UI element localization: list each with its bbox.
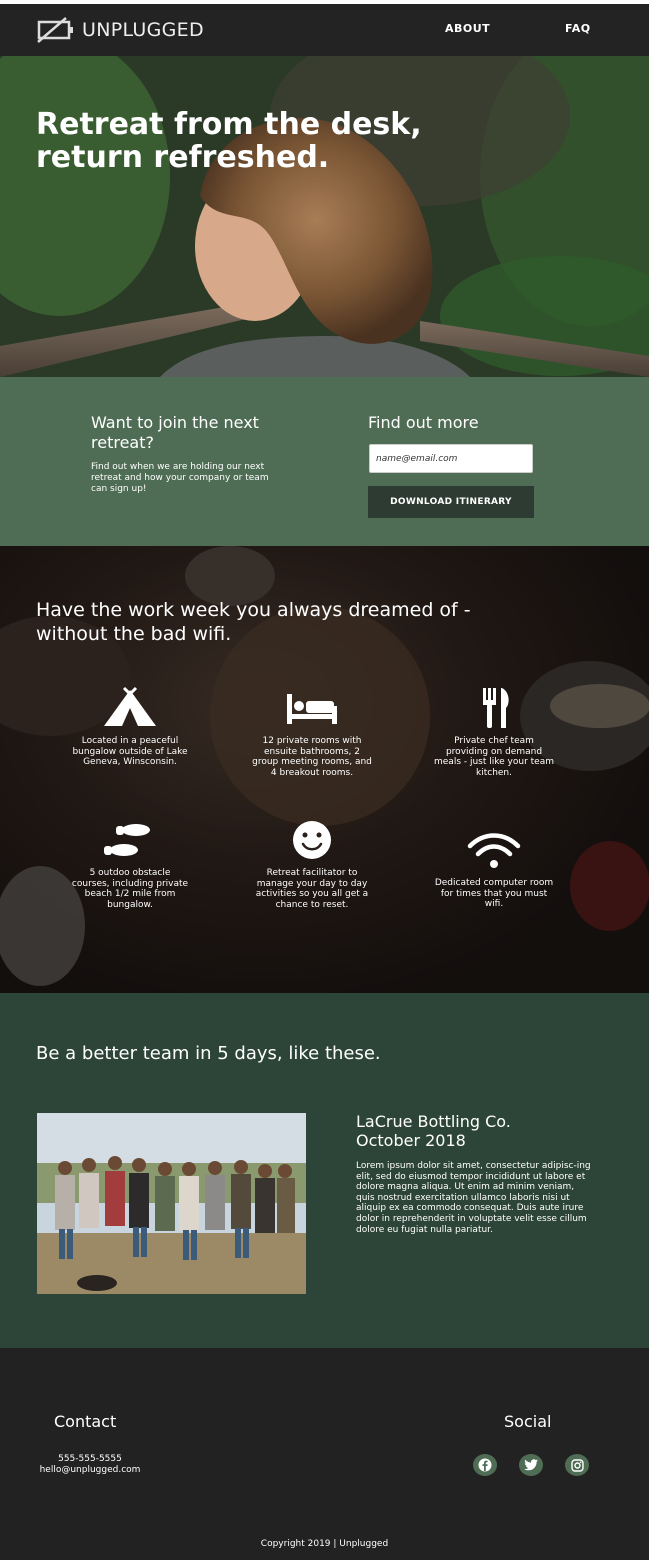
- feature-item: 5 outdoo obstacle courses, including pri…: [70, 818, 190, 910]
- case-study-text: Lorem ipsum dolor sit amet, consectetur …: [356, 1161, 591, 1235]
- feature-text: 12 private rooms with ensuite bathrooms,…: [252, 736, 372, 778]
- social-heading: Social: [504, 1412, 552, 1431]
- feature-item: Retreat facilitator to manage your day t…: [252, 818, 372, 910]
- unplugged-logo-icon: [37, 17, 73, 43]
- signup-section: Want to join the next retreat? Find out …: [0, 377, 649, 546]
- site-header: UNPLUGGED ABOUT FAQ: [0, 0, 649, 56]
- feature-text: Retreat facilitator to manage your day t…: [255, 868, 369, 910]
- twitter-link[interactable]: [519, 1454, 543, 1476]
- feature-item: Dedicated computer room for times that y…: [434, 828, 554, 910]
- bed-icon: [287, 694, 337, 724]
- feature-text: Private chef team providing on demand me…: [434, 736, 554, 778]
- copyright-text: Copyright 2019 | Unplugged: [260, 1539, 389, 1549]
- feature-text: Dedicated computer room for times that y…: [434, 878, 554, 909]
- tent-icon: [104, 686, 156, 726]
- signup-heading: Want to join the next retreat?: [91, 413, 259, 452]
- team-title: Be a better team in 5 days, like these.: [36, 1043, 381, 1064]
- contact-details: 555-555-5555 hello@unplugged.com: [36, 1454, 144, 1476]
- nav-about-link[interactable]: ABOUT: [445, 22, 490, 35]
- feature-item: Located in a peaceful bungalow outside o…: [70, 686, 190, 768]
- signup-description: Find out when we are holding our next re…: [91, 462, 269, 494]
- smile-icon: [293, 821, 331, 859]
- site-footer: Contact 555-555-5555 hello@unplugged.com…: [0, 1348, 649, 1560]
- find-out-more-heading: Find out more: [368, 413, 479, 432]
- feature-text: Located in a peaceful bungalow outside o…: [72, 736, 188, 767]
- case-study-title: LaCrue Bottling Co. October 2018: [356, 1112, 511, 1150]
- shoe-prints-icon: [104, 824, 150, 856]
- team-section: Be a better team in 5 days, like these.: [0, 993, 649, 1348]
- feature-item: Private chef team providing on demand me…: [434, 686, 554, 778]
- instagram-link[interactable]: [565, 1454, 589, 1476]
- phone-number[interactable]: 555-555-5555: [36, 1454, 144, 1465]
- hero-photo: [0, 56, 649, 377]
- hero-section: Retreat from the desk, return refreshed.: [0, 56, 649, 377]
- wifi-icon: [467, 833, 521, 868]
- features-title: Have the work week you always dreamed of…: [36, 599, 471, 645]
- hero-title: Retreat from the desk, return refreshed.: [36, 107, 422, 175]
- brand-logo[interactable]: UNPLUGGED: [36, 17, 204, 43]
- nav-faq-link[interactable]: FAQ: [565, 22, 591, 35]
- email-input[interactable]: [369, 444, 533, 473]
- email-link[interactable]: hello@unplugged.com: [36, 1465, 144, 1476]
- facebook-icon: [478, 1458, 492, 1472]
- download-itinerary-button[interactable]: DOWNLOAD ITINERARY: [368, 486, 534, 518]
- feature-text: 5 outdoo obstacle courses, including pri…: [71, 868, 189, 910]
- utensils-icon: [483, 688, 509, 728]
- feature-item: 12 private rooms with ensuite bathrooms,…: [252, 686, 372, 778]
- features-section: Have the work week you always dreamed of…: [0, 546, 649, 993]
- brand-name: UNPLUGGED: [82, 19, 204, 41]
- team-photo: [37, 1113, 306, 1294]
- twitter-icon: [524, 1459, 538, 1471]
- instagram-icon: [570, 1458, 584, 1472]
- contact-heading: Contact: [54, 1412, 117, 1431]
- facebook-link[interactable]: [473, 1454, 497, 1476]
